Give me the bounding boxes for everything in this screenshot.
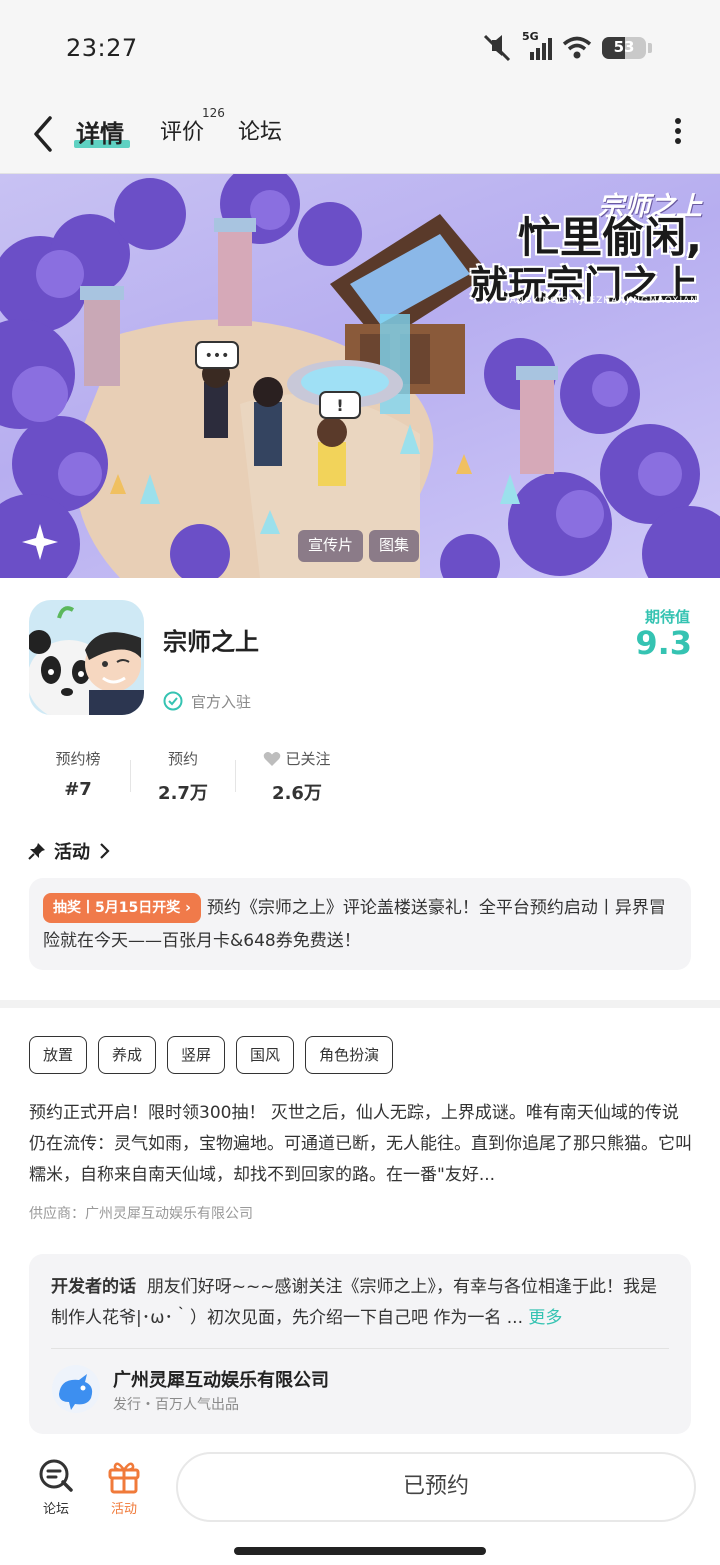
more-link[interactable]: 更多 xyxy=(528,1308,562,1328)
tab-details[interactable]: 详情 xyxy=(76,114,124,149)
stat-rank[interactable]: 预约榜 #7 xyxy=(28,748,128,808)
battery-icon: 53 xyxy=(602,37,646,59)
lottery-badge: 抽奖丨5月15日开奖 › xyxy=(43,893,201,923)
activity-section-link[interactable]: 活动 xyxy=(28,838,110,864)
back-arrow-icon[interactable] xyxy=(28,114,60,154)
tag-item[interactable]: 养成 xyxy=(98,1036,157,1074)
mute-icon xyxy=(483,34,511,62)
reviews-count: 126 xyxy=(202,106,225,120)
gift-icon xyxy=(108,1462,140,1494)
divider xyxy=(51,1348,669,1349)
stat-rank-label: 预约榜 xyxy=(55,750,101,768)
gallery-button[interactable]: 图集 xyxy=(369,530,420,562)
status-bar: 23:27 5G 53 xyxy=(0,0,720,96)
pin-icon xyxy=(28,843,45,860)
verified-check-icon xyxy=(163,691,183,711)
signal-icon: 5G xyxy=(522,30,552,60)
developer-label: 开发者的话 xyxy=(51,1277,136,1297)
developer-text: 朋友们好呀~~~感谢关注《宗师之上》，有幸与各位相逢于此！我是制作人花爷|･ω･… xyxy=(51,1277,658,1328)
heart-icon xyxy=(264,751,281,766)
follow-button[interactable]: 已关注 2.6万 xyxy=(238,748,356,808)
promo-video-button[interactable]: 宣传片 xyxy=(298,530,364,562)
game-title: 宗师之上 xyxy=(163,628,259,656)
tag-item[interactable]: 竖屏 xyxy=(167,1036,226,1074)
wifi-icon xyxy=(562,36,592,59)
stat-rank-value: #7 xyxy=(64,779,92,800)
stat-reservations-label: 预约 xyxy=(167,750,198,768)
developer-name[interactable]: 广州灵犀互动娱乐有限公司 xyxy=(113,1366,329,1392)
stat-follow-label: 已关注 xyxy=(285,750,331,768)
promo-banner[interactable]: ••• ! 宗师之上 忙里偷闲, 就玩宗门之上 TANGYINGISHIJLEZ… xyxy=(0,174,720,578)
stat-reservations: 预约 2.7万 xyxy=(133,748,233,808)
home-indicator[interactable] xyxy=(234,1547,486,1555)
banner-media-tabs: 宣传片 图集 xyxy=(298,530,420,562)
tag-list: 放置 养成 竖屏 国风 角色扮演 xyxy=(29,1036,394,1074)
divider xyxy=(235,760,236,792)
status-time: 23:27 xyxy=(66,34,138,62)
supplier-info: 供应商：广州灵犀互动娱乐有限公司 xyxy=(29,1206,253,1222)
official-verified: 官方入驻 xyxy=(163,690,251,712)
status-icons: 5G 53 xyxy=(482,30,652,66)
tab-reviews[interactable]: 评价 xyxy=(160,114,204,146)
svg-text:!: ! xyxy=(336,396,343,415)
top-nav: 详情 评价 126 论坛 xyxy=(0,96,720,174)
forum-nav-label: 论坛 xyxy=(42,1502,69,1517)
tag-item[interactable]: 角色扮演 xyxy=(305,1036,394,1074)
banner-slogan-sub: TANGYINGISHIJLEZHANJINGMAOXIAN xyxy=(503,296,698,306)
activity-nav-label: 活动 xyxy=(110,1502,137,1517)
tag-item[interactable]: 放置 xyxy=(29,1036,88,1074)
svg-text:•••: ••• xyxy=(205,348,230,364)
developer-subtitle: 发行・百万人气出品 xyxy=(113,1397,239,1413)
divider xyxy=(130,760,131,792)
official-label: 官方入驻 xyxy=(191,692,252,711)
game-app-icon xyxy=(29,600,144,715)
tab-forum[interactable]: 论坛 xyxy=(238,114,282,146)
developer-card: 开发者的话 朋友们好呀~~~感谢关注《宗师之上》，有幸与各位相逢于此！我是制作人… xyxy=(29,1254,691,1434)
developer-logo-icon xyxy=(52,1365,100,1413)
forum-nav-button[interactable]: 论坛 xyxy=(34,1458,78,1517)
activity-card[interactable]: 抽奖丨5月15日开奖 › 预约《宗师之上》评论盖楼送豪礼！全平台预约启动丨异界冒险… xyxy=(29,878,691,970)
stat-reservations-value: 2.7万 xyxy=(158,783,208,804)
section-divider xyxy=(0,1000,720,1008)
game-description[interactable]: 预约正式开启！限时领300抽！ 灭世之后，仙人无踪，上界成谜。唯有南天仙域的传说… xyxy=(29,1098,693,1191)
stat-follow-value: 2.6万 xyxy=(272,783,322,804)
more-menu-icon[interactable] xyxy=(674,116,682,146)
rating-value: 9.3 xyxy=(635,624,692,662)
activity-heading: 活动 xyxy=(54,842,90,863)
developer-message[interactable]: 开发者的话 朋友们好呀~~~感谢关注《宗师之上》，有幸与各位相逢于此！我是制作人… xyxy=(51,1272,671,1334)
tag-item[interactable]: 国风 xyxy=(236,1036,295,1074)
forum-icon xyxy=(39,1459,73,1492)
activity-nav-button[interactable]: 活动 xyxy=(102,1458,146,1517)
chevron-right-icon xyxy=(100,843,110,859)
reserved-button[interactable]: 已预约 xyxy=(176,1452,696,1522)
stats-row: 预约榜 #7 预约 2.7万 已关注 2.6万 xyxy=(28,748,356,808)
